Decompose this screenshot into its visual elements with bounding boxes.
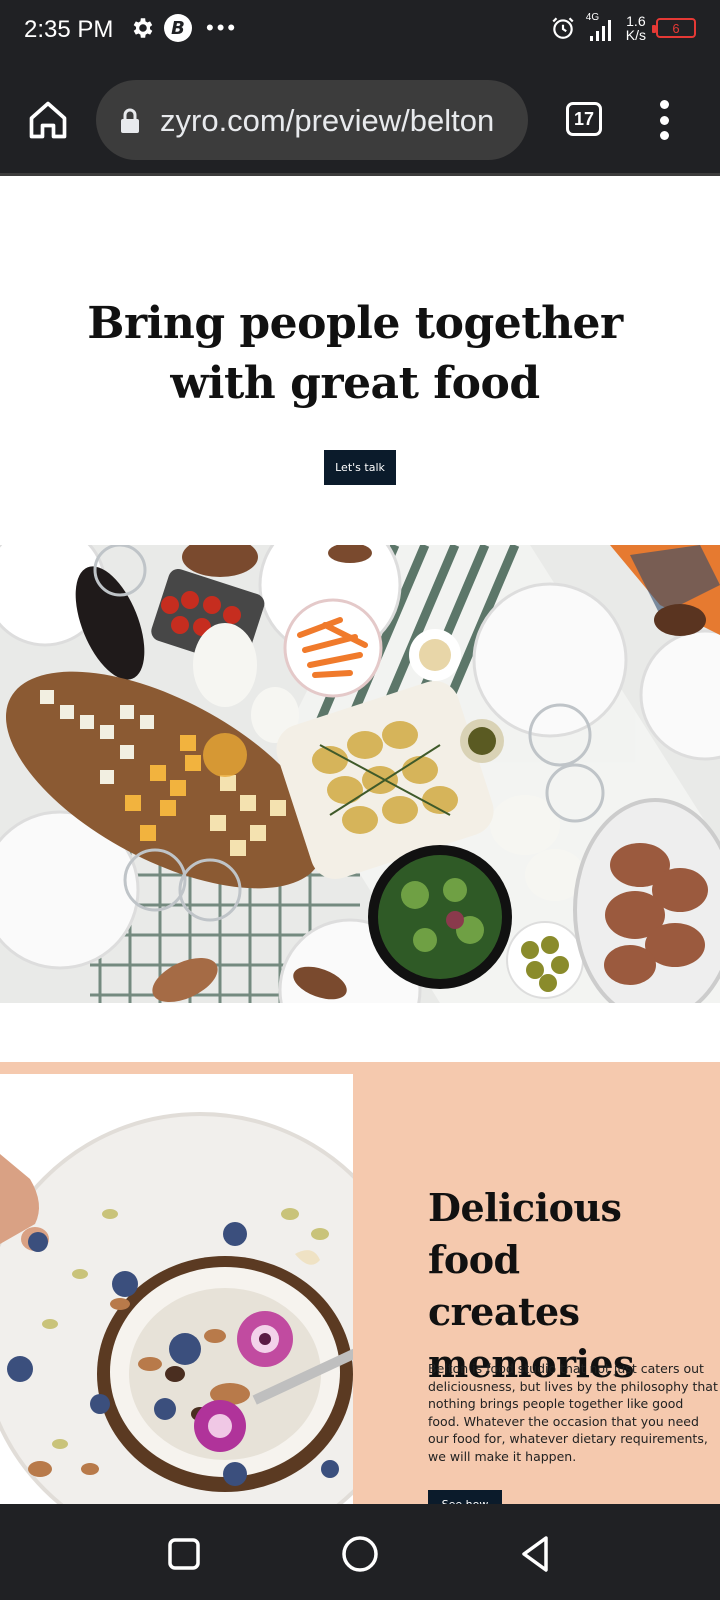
food-table-image [0, 545, 720, 1003]
signal-icon: 4G [586, 12, 616, 42]
status-notification-icons: B ••• [130, 14, 238, 42]
square-nav-icon[interactable] [162, 1532, 206, 1576]
address-bar[interactable]: zyro.com/preview/belton [96, 80, 528, 160]
network-speed: 1.6 K/s [626, 14, 646, 42]
promo-title: Delicious food creates memories [428, 1182, 718, 1390]
home-icon[interactable] [26, 98, 70, 142]
hero-title-line-1: Bring people together [87, 298, 623, 349]
battery-indicator: 6 [652, 18, 696, 38]
alarm-icon [552, 17, 574, 39]
system-navigation-bar [0, 1504, 720, 1600]
speed-unit: K/s [625, 27, 646, 43]
browser-toolbar: zyro.com/preview/belton 17 [0, 64, 720, 176]
tab-switcher-button[interactable]: 17 [566, 102, 602, 136]
status-bar: 2:35 PM B ••• 4G 1.6 K/s 6 [0, 0, 720, 64]
coconut-bowl-image [0, 1074, 353, 1504]
speed-value: 1.6 [626, 13, 646, 29]
lock-icon [121, 108, 139, 133]
promo-title-line-1: Delicious food [428, 1185, 622, 1282]
menu-icon[interactable] [652, 100, 676, 140]
status-time: 2:35 PM [24, 16, 114, 43]
promo-section: Delicious food creates memories Belton i… [0, 1062, 720, 1504]
lets-talk-button[interactable]: Let's talk [324, 450, 396, 485]
promo-description: Belton is food studio that not just cate… [428, 1361, 718, 1464]
circle-nav-icon[interactable] [338, 1532, 382, 1576]
url-text[interactable]: zyro.com/preview/belton [160, 103, 520, 139]
hero-title-line-2: with great food [170, 358, 540, 409]
see-how-button[interactable]: See how [428, 1490, 502, 1504]
promo-title-line-2: creates [428, 1289, 580, 1334]
hero-title: Bring people together with great food [0, 294, 710, 414]
back-nav-icon[interactable] [514, 1532, 558, 1576]
hero-section: Bring people together with great food Le… [0, 176, 720, 545]
b-app-icon: B [164, 14, 192, 42]
status-system-icons: 4G 1.6 K/s 6 [550, 12, 696, 42]
gear-icon [133, 18, 153, 38]
more-notifications-icon: ••• [206, 15, 239, 40]
